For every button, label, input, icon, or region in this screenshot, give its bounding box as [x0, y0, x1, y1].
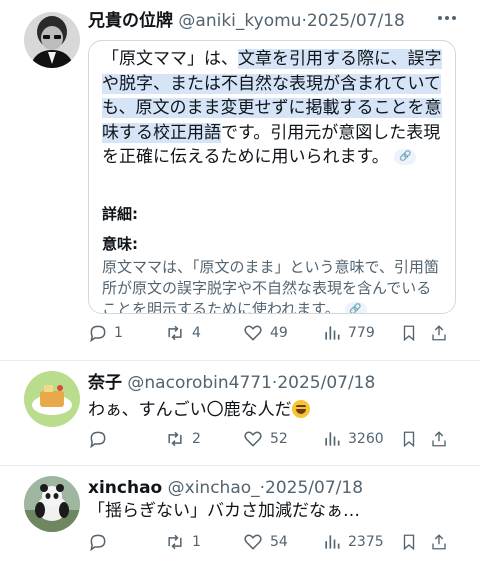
share-button[interactable] [430, 323, 448, 343]
link-icon[interactable]: 🔗 [394, 149, 417, 165]
post-3[interactable]: xinchao @xinchao_·2025/07/18 「揺らぎない」バカさ加… [0, 466, 480, 565]
laughing-emoji-icon [291, 400, 310, 418]
views-count: 779 [348, 325, 375, 341]
handle[interactable]: @nacorobin4771 [127, 373, 272, 393]
post-header: xinchao @xinchao_·2025/07/18 [88, 477, 363, 499]
handle[interactable]: @xinchao_ [168, 478, 260, 498]
post-1[interactable]: 兄貴の位牌 @aniki_kyomu·2025/07/18 「原文ママ」は、文章… [0, 0, 480, 360]
avatar[interactable] [24, 12, 80, 68]
more-icon[interactable] [438, 16, 460, 24]
views-icon [325, 326, 340, 340]
reply-button[interactable] [88, 429, 114, 449]
views-button[interactable]: 3260 [322, 429, 384, 449]
display-name[interactable]: 奈子 [88, 373, 122, 393]
repost-count: 2 [192, 431, 201, 447]
card-text-lead: 「原文ママ」は、 [102, 49, 238, 69]
reply-count: 1 [114, 325, 123, 341]
timestamp[interactable]: 2025/07/18 [277, 373, 375, 393]
like-count: 52 [270, 431, 288, 447]
post-text: 「揺らぎない」バカさ加減だなぁ… [88, 501, 360, 521]
like-button[interactable]: 49 [242, 323, 288, 343]
action-bar: 1 4 49 779 [88, 323, 448, 347]
views-button[interactable]: 779 [322, 323, 375, 343]
bookmark-icon [403, 534, 415, 551]
bookmark-button[interactable] [400, 532, 418, 552]
share-button[interactable] [430, 429, 448, 449]
post-header: 兄貴の位牌 @aniki_kyomu·2025/07/18 [88, 10, 405, 32]
avatar[interactable] [24, 476, 80, 532]
views-count: 2375 [348, 534, 384, 550]
repost-count: 1 [192, 534, 201, 550]
repost-count: 4 [192, 325, 201, 341]
post-text: わぁ、すんごい〇鹿な人だ [88, 398, 310, 422]
timestamp[interactable]: 2025/07/18 [265, 478, 363, 498]
share-icon [432, 325, 446, 341]
like-count: 54 [270, 534, 288, 550]
views-icon [325, 432, 340, 446]
reply-button[interactable]: 1 [88, 323, 123, 343]
action-bar: 1 54 2375 [88, 532, 448, 556]
display-name[interactable]: 兄貴の位牌 [88, 11, 173, 31]
repost-button[interactable]: 4 [164, 323, 201, 343]
details-label: 詳細: [102, 205, 138, 223]
explanation-card: 「原文ママ」は、文章を引用する際に、誤字や脱字、または不自然な表現が含まれていて… [88, 40, 456, 314]
like-icon [244, 325, 262, 341]
meaning-text: 原文ママは、「原文のまま」という意味で、引用箇所が原文の誤字脱字や不自然な表現を… [102, 257, 442, 314]
reply-icon [90, 534, 106, 552]
action-bar: 2 52 3260 [88, 429, 448, 453]
like-count: 49 [270, 325, 288, 341]
views-button[interactable]: 2375 [322, 532, 384, 552]
bookmark-icon [403, 431, 415, 448]
repost-icon [168, 325, 182, 341]
link-icon[interactable]: 🔗 [344, 301, 367, 313]
bookmark-button[interactable] [400, 429, 418, 449]
like-icon [244, 534, 262, 550]
meaning-text-body: 原文ママは、「原文のまま」という意味で、引用箇所が原文の誤字脱字や不自然な表現を… [102, 258, 439, 314]
bookmark-button[interactable] [400, 323, 418, 343]
reply-icon [90, 325, 106, 343]
timestamp[interactable]: 2025/07/18 [307, 11, 405, 31]
post-2[interactable]: 奈子 @nacorobin4771·2025/07/18 わぁ、すんごい〇鹿な人… [0, 361, 480, 465]
reply-icon [90, 431, 106, 449]
post-text-body: わぁ、すんごい〇鹿な人だ [88, 400, 292, 420]
card-text: 「原文ママ」は、文章を引用する際に、誤字や脱字、または不自然な表現が含まれていて… [102, 47, 442, 170]
share-icon [432, 431, 446, 447]
views-count: 3260 [348, 431, 384, 447]
like-button[interactable]: 54 [242, 532, 288, 552]
reply-button[interactable] [88, 532, 114, 552]
like-icon [244, 431, 262, 447]
repost-button[interactable]: 1 [164, 532, 201, 552]
share-icon [432, 534, 446, 550]
display-name[interactable]: xinchao [88, 478, 162, 498]
post-header: 奈子 @nacorobin4771·2025/07/18 [88, 372, 375, 394]
meaning-label: 意味: [102, 235, 138, 253]
repost-icon [168, 431, 182, 447]
bookmark-icon [403, 325, 415, 342]
avatar[interactable] [24, 371, 80, 427]
share-button[interactable] [430, 532, 448, 552]
repost-button[interactable]: 2 [164, 429, 201, 449]
handle[interactable]: @aniki_kyomu [178, 11, 301, 31]
views-icon [325, 535, 340, 549]
like-button[interactable]: 52 [242, 429, 288, 449]
repost-icon [168, 534, 182, 550]
